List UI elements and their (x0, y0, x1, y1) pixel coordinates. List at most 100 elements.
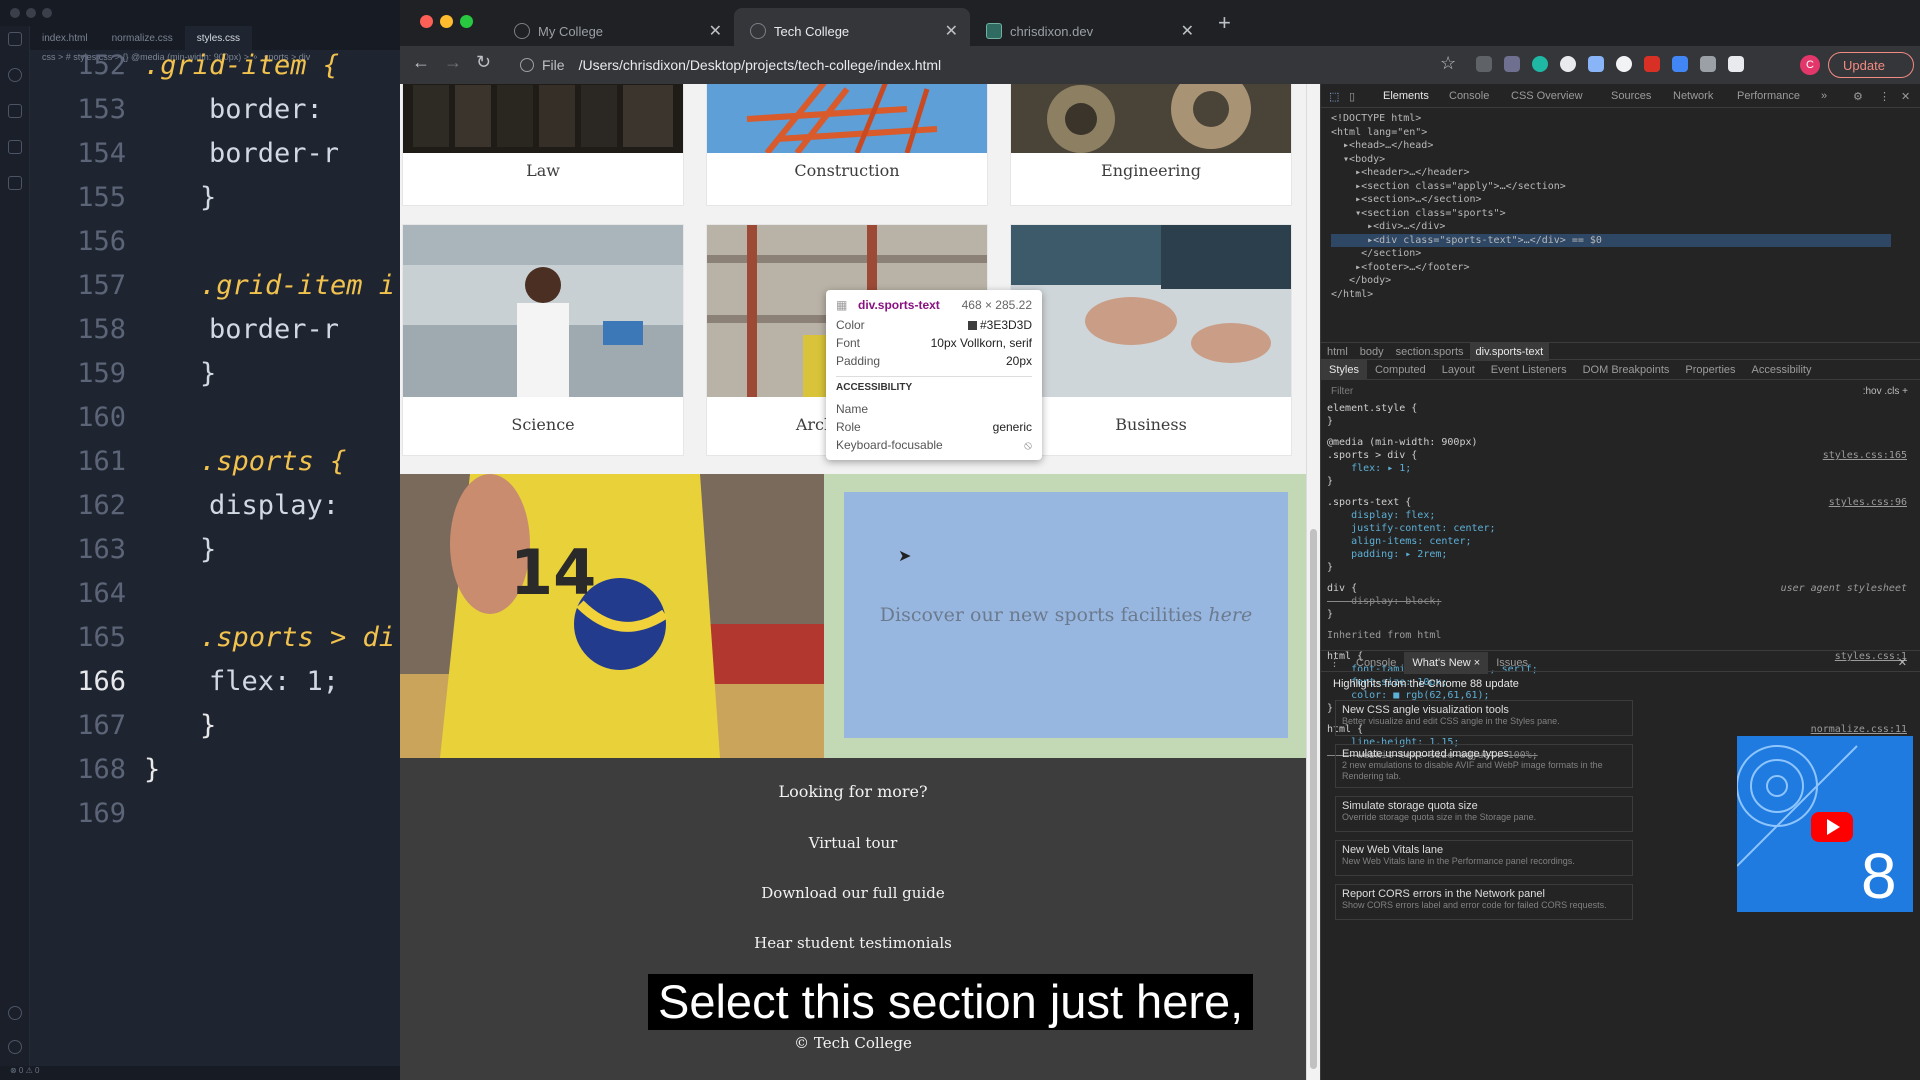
grid-item-engineering[interactable]: Engineering (1010, 84, 1292, 206)
news-item[interactable]: Simulate storage quota size Override stor… (1335, 796, 1633, 832)
gear-extension-icon[interactable] (1588, 56, 1604, 72)
css-source-link[interactable]: normalize.css:11 (1811, 723, 1907, 736)
device-toolbar-icon[interactable]: ▯ (1349, 90, 1355, 103)
news-item[interactable]: Report CORS errors in the Network panel S… (1335, 884, 1633, 920)
drawer-tab-whats-new[interactable]: What's New × (1404, 652, 1489, 674)
sports-text-box[interactable]: Discover our new sports facilities here (844, 492, 1288, 738)
puzzle-extensions-icon[interactable] (1728, 56, 1744, 72)
styles-filter-input[interactable]: Filter (1331, 386, 1353, 397)
whats-new-video-thumbnail[interactable]: 8 (1737, 736, 1913, 912)
bookmark-star-icon[interactable]: ☆ (1440, 53, 1456, 74)
forward-arrow-icon[interactable]: → (444, 52, 462, 73)
drawer-tab-console[interactable]: Console (1348, 652, 1404, 674)
footer-link-testimonials[interactable]: Hear student testimonials (400, 934, 1306, 952)
footer-link-virtual-tour[interactable]: Virtual tour (400, 834, 1306, 852)
browser-tab-my-college[interactable]: My College ✕ (498, 8, 734, 46)
tab-sources[interactable]: Sources (1611, 90, 1651, 102)
dom-node[interactable]: ▾<body> (1331, 153, 1891, 167)
news-item[interactable]: New Web Vitals lane New Web Vitals lane i… (1335, 840, 1633, 876)
footer-link-guide[interactable]: Download our full guide (400, 884, 1306, 902)
crumb-html[interactable]: html (1321, 343, 1354, 361)
explorer-icon[interactable] (8, 32, 22, 46)
crumb-body[interactable]: body (1354, 343, 1390, 361)
dom-node[interactable]: ▸<head>…</head> (1331, 139, 1891, 153)
css-source-link[interactable]: styles.css:96 (1829, 496, 1907, 509)
page-scrollbar[interactable] (1306, 84, 1320, 1080)
tab-console[interactable]: Console (1449, 90, 1489, 102)
dom-node[interactable]: </html> (1331, 288, 1891, 302)
search-icon[interactable] (8, 68, 22, 82)
subtab-layout[interactable]: Layout (1434, 360, 1483, 380)
subtab-event-listeners[interactable]: Event Listeners (1483, 360, 1575, 380)
pen-extension-icon[interactable] (1476, 56, 1492, 72)
extensions-icon[interactable] (8, 176, 22, 190)
grid-item-business[interactable]: Business (1010, 224, 1292, 456)
tab-css-overview[interactable]: CSS Overview (1511, 90, 1583, 102)
close-tab-icon[interactable]: ✕ (945, 21, 958, 41)
kebab-menu-icon[interactable]: ⋮ (1879, 90, 1890, 103)
grammar-extension-icon[interactable] (1532, 56, 1548, 72)
subtab-accessibility[interactable]: Accessibility (1744, 360, 1820, 380)
dom-node[interactable]: <html lang="en"> (1331, 126, 1891, 140)
subtab-computed[interactable]: Computed (1367, 360, 1434, 380)
update-button[interactable]: Update (1828, 52, 1914, 78)
vue-extension-icon[interactable] (1504, 56, 1520, 72)
dom-node[interactable]: <!DOCTYPE html> (1331, 112, 1891, 126)
info-icon[interactable] (520, 58, 534, 72)
dom-node[interactable]: ▸<section>…</section> (1331, 193, 1891, 207)
color-extension-icon[interactable] (1560, 56, 1576, 72)
css-source-link[interactable]: styles.css:165 (1823, 449, 1907, 462)
debug-icon[interactable] (8, 140, 22, 154)
new-tab-icon[interactable]: + (1218, 10, 1231, 36)
scrollbar-thumb[interactable] (1310, 529, 1317, 1069)
clipboard-extension-icon[interactable] (1700, 56, 1716, 72)
more-tabs-icon[interactable]: » (1821, 90, 1827, 102)
back-arrow-icon[interactable]: ← (412, 52, 430, 73)
browser-tab-chrisdixon[interactable]: chrisdixon.dev ✕ (970, 8, 1206, 46)
close-devtools-icon[interactable]: ✕ (1901, 90, 1910, 103)
react-extension-icon[interactable] (1616, 56, 1632, 72)
grid-item-science[interactable]: Science (402, 224, 684, 456)
close-tab-icon[interactable]: ✕ (1181, 21, 1194, 41)
screen-recorder-icon[interactable] (1644, 56, 1660, 72)
close-drawer-icon[interactable]: ✕ (1890, 651, 1915, 674)
grid-item-construction[interactable]: Construction (706, 84, 988, 206)
dom-node[interactable]: ▸<footer>…</footer> (1331, 261, 1891, 275)
dom-node[interactable]: ▸<section class="apply">…</section> (1331, 180, 1891, 194)
maximize-window-button[interactable] (460, 15, 473, 28)
tab-network[interactable]: Network (1673, 90, 1713, 102)
minimize-window-button[interactable] (440, 15, 453, 28)
browser-tab-tech-college[interactable]: Tech College ✕ (734, 8, 970, 46)
close-window-button[interactable] (420, 15, 433, 28)
dom-tree[interactable]: <!DOCTYPE html> <html lang="en"> ▸<head>…… (1331, 112, 1891, 301)
dom-node[interactable]: ▸<div>…</div> (1331, 220, 1891, 234)
crumb-sports-text[interactable]: div.sports-text (1469, 343, 1550, 361)
dom-node[interactable]: ▸<header>…</header> (1331, 166, 1891, 180)
grid-item-law[interactable]: Law (402, 84, 684, 206)
reload-icon[interactable]: ↻ (476, 52, 491, 73)
crumb-section-sports[interactable]: section.sports (1390, 343, 1470, 361)
tab-performance[interactable]: Performance (1737, 90, 1800, 102)
dom-node-selected[interactable]: ▸<div class="sports-text">…</div> == $0 (1331, 233, 1891, 247)
inspect-element-icon[interactable]: ⬚ (1329, 90, 1339, 103)
settings-gear-icon[interactable]: ⚙ (1853, 90, 1863, 103)
subtab-styles[interactable]: Styles (1321, 360, 1367, 380)
dom-node[interactable]: </section> (1331, 247, 1891, 261)
tab-elements[interactable]: Elements (1383, 90, 1429, 102)
source-control-icon[interactable] (8, 104, 22, 118)
drawer-menu-icon[interactable]: ⋮ (1321, 651, 1348, 674)
subtab-properties[interactable]: Properties (1677, 360, 1743, 380)
close-tab-icon[interactable]: ✕ (709, 21, 722, 41)
news-item[interactable]: New CSS angle visualization tools Better … (1335, 700, 1633, 736)
dom-node[interactable]: ▾<section class="sports"> (1331, 207, 1891, 221)
account-icon[interactable] (8, 1006, 22, 1020)
drawer-tab-issues[interactable]: Issues (1488, 652, 1536, 674)
address-bar[interactable]: File/Users/chrisdixon/Desktop/projects/t… (508, 51, 1428, 79)
profile-avatar[interactable]: C (1800, 55, 1820, 75)
news-item[interactable]: Emulate unsupported image types 2 new emu… (1335, 744, 1633, 788)
settings-gear-icon[interactable] (8, 1040, 22, 1054)
subtab-dom-breakpoints[interactable]: DOM Breakpoints (1575, 360, 1678, 380)
styles-filter-tools[interactable]: :hov .cls + (1863, 386, 1908, 397)
dom-node[interactable]: </body> (1331, 274, 1891, 288)
sports-link[interactable]: here (1208, 604, 1252, 626)
